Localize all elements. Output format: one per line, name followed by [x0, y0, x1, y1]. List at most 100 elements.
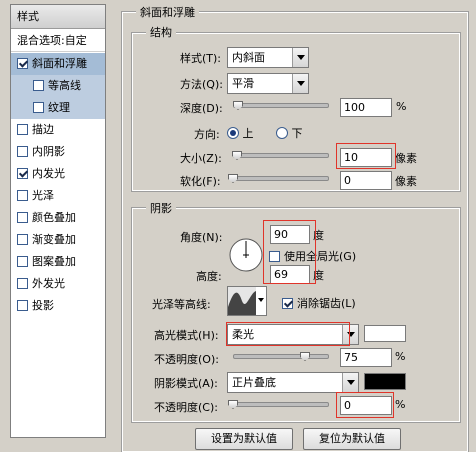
sidebar-item-label: 内发光 — [32, 167, 65, 180]
direction-label: 方向: — [194, 128, 220, 141]
highlight-opacity-unit: % — [395, 350, 406, 363]
sidebar-item-label: 颜色叠加 — [32, 211, 76, 224]
sidebar-item[interactable]: 渐变叠加 — [11, 229, 105, 251]
size-slider[interactable] — [233, 153, 329, 158]
sidebar-item[interactable]: 内阴影 — [11, 141, 105, 163]
technique-select-value: 平滑 — [232, 77, 254, 90]
sidebar-item[interactable]: 斜面和浮雕 — [11, 53, 105, 75]
contour-curve-icon — [228, 287, 256, 315]
checkbox-empty-icon[interactable] — [33, 80, 44, 91]
technique-select[interactable]: 平滑 — [227, 73, 309, 94]
soften-label: 软化(F): — [180, 175, 221, 188]
size-unit: 像素 — [395, 152, 417, 165]
checkbox-empty-icon[interactable] — [17, 278, 28, 289]
styles-header[interactable]: 样式 — [11, 5, 105, 29]
sidebar-item[interactable]: 图案叠加 — [11, 251, 105, 273]
set-default-button[interactable]: 设置为默认值 — [195, 428, 293, 450]
depth-unit: % — [396, 100, 407, 113]
radio-empty-icon — [276, 127, 288, 139]
checkbox-empty-icon[interactable] — [17, 234, 28, 245]
shadow-mode-value: 正片叠底 — [232, 376, 276, 389]
soften-input[interactable]: 0 — [340, 171, 392, 190]
shadow-opacity-slider[interactable] — [233, 402, 329, 407]
size-label: 大小(Z): — [180, 152, 222, 165]
direction-down-radio[interactable]: 下 — [276, 125, 303, 141]
reset-default-button[interactable]: 复位为默认值 — [303, 428, 401, 450]
highlight-mode-value: 柔光 — [232, 328, 254, 341]
depth-slider[interactable] — [233, 103, 329, 108]
sidebar-item-label: 投影 — [32, 299, 54, 312]
checkbox-empty-icon[interactable] — [17, 300, 28, 311]
angle-dial[interactable] — [228, 237, 264, 273]
chevron-down-icon — [292, 48, 308, 67]
gloss-contour-picker[interactable] — [227, 286, 267, 316]
highlight-opacity-label: 不透明度(O): — [154, 353, 219, 366]
style-label: 样式(T): — [180, 52, 222, 65]
sidebar-item[interactable]: 内发光 — [11, 163, 105, 185]
altitude-input[interactable]: 69 — [270, 265, 310, 284]
angle-label: 角度(N): — [180, 231, 223, 244]
anti-aliased-label: 消除锯齿(L) — [297, 297, 356, 310]
soften-slider[interactable] — [233, 176, 329, 181]
global-light-label: 使用全局光(G) — [284, 250, 357, 263]
sidebar-item-label: 光泽 — [32, 189, 54, 202]
sidebar-item-label: 图案叠加 — [32, 255, 76, 268]
shadow-opacity-input[interactable]: 0 — [340, 396, 392, 415]
altitude-unit: 度 — [313, 269, 324, 282]
sidebar-item-label: 描边 — [32, 123, 54, 136]
sidebar-item[interactable]: 纹理 — [11, 97, 105, 119]
direction-up-label: 上 — [242, 127, 254, 140]
styles-list: 样式 混合选项:自定 斜面和浮雕等高线纹理描边内阴影内发光光泽颜色叠加渐变叠加图… — [10, 4, 106, 438]
bevel-emboss-title: 斜面和浮雕 — [136, 4, 199, 20]
sidebar-item[interactable]: 描边 — [11, 119, 105, 141]
checkbox-empty-icon[interactable] — [17, 190, 28, 201]
anti-aliased-checkbox[interactable]: 消除锯齿(L) — [282, 295, 356, 311]
checkbox-empty-icon[interactable] — [17, 256, 28, 267]
sidebar-item[interactable]: 等高线 — [11, 75, 105, 97]
shading-title: 阴影 — [146, 200, 176, 216]
sidebar-item[interactable]: 颜色叠加 — [11, 207, 105, 229]
highlight-opacity-input[interactable]: 75 — [340, 348, 392, 367]
sidebar-item-label: 等高线 — [48, 79, 81, 92]
checkbox-checked-icon[interactable] — [17, 58, 28, 69]
sidebar-item[interactable]: 外发光 — [11, 273, 105, 295]
style-select-value: 内斜面 — [232, 51, 265, 64]
checkbox-empty-icon — [269, 251, 280, 262]
chevron-down-icon — [342, 325, 358, 344]
angle-unit: 度 — [313, 229, 324, 242]
checkbox-empty-icon[interactable] — [17, 146, 28, 157]
direction-up-radio[interactable]: 上 — [227, 125, 254, 141]
checkbox-checked-icon — [282, 298, 293, 309]
checkbox-empty-icon[interactable] — [33, 102, 44, 113]
shadow-color-swatch[interactable] — [364, 373, 406, 390]
depth-label: 深度(D): — [180, 102, 223, 115]
altitude-label: 高度: — [196, 270, 222, 283]
sidebar-item-label: 渐变叠加 — [32, 233, 76, 246]
checkbox-empty-icon[interactable] — [17, 212, 28, 223]
sidebar-item-label: 外发光 — [32, 277, 65, 290]
highlight-color-swatch[interactable] — [364, 325, 406, 342]
soften-unit: 像素 — [395, 175, 417, 188]
shadow-opacity-unit: % — [395, 398, 406, 411]
global-light-checkbox[interactable]: 使用全局光(G) — [269, 248, 356, 264]
checkbox-checked-icon[interactable] — [17, 168, 28, 179]
sidebar-item[interactable]: 光泽 — [11, 185, 105, 207]
highlight-mode-select[interactable]: 柔光 — [227, 324, 359, 345]
gloss-contour-label: 光泽等高线: — [152, 298, 211, 311]
structure-title: 结构 — [146, 24, 176, 40]
highlight-opacity-slider[interactable] — [233, 354, 329, 359]
depth-input[interactable]: 100 — [340, 98, 392, 117]
direction-down-label: 下 — [291, 127, 303, 140]
chevron-down-icon — [258, 298, 264, 302]
chevron-down-icon — [292, 74, 308, 93]
sidebar-item[interactable]: 投影 — [11, 295, 105, 317]
shadow-mode-select[interactable]: 正片叠底 — [227, 372, 359, 393]
sidebar-item-label: 内阴影 — [32, 145, 65, 158]
angle-input[interactable]: 90 — [270, 225, 310, 244]
size-input[interactable]: 10 — [340, 148, 392, 167]
technique-label: 方法(Q): — [180, 78, 223, 91]
style-select[interactable]: 内斜面 — [227, 47, 309, 68]
checkbox-empty-icon[interactable] — [17, 124, 28, 135]
blending-options-item[interactable]: 混合选项:自定 — [11, 30, 105, 52]
shadow-mode-label: 阴影模式(A): — [154, 377, 218, 390]
